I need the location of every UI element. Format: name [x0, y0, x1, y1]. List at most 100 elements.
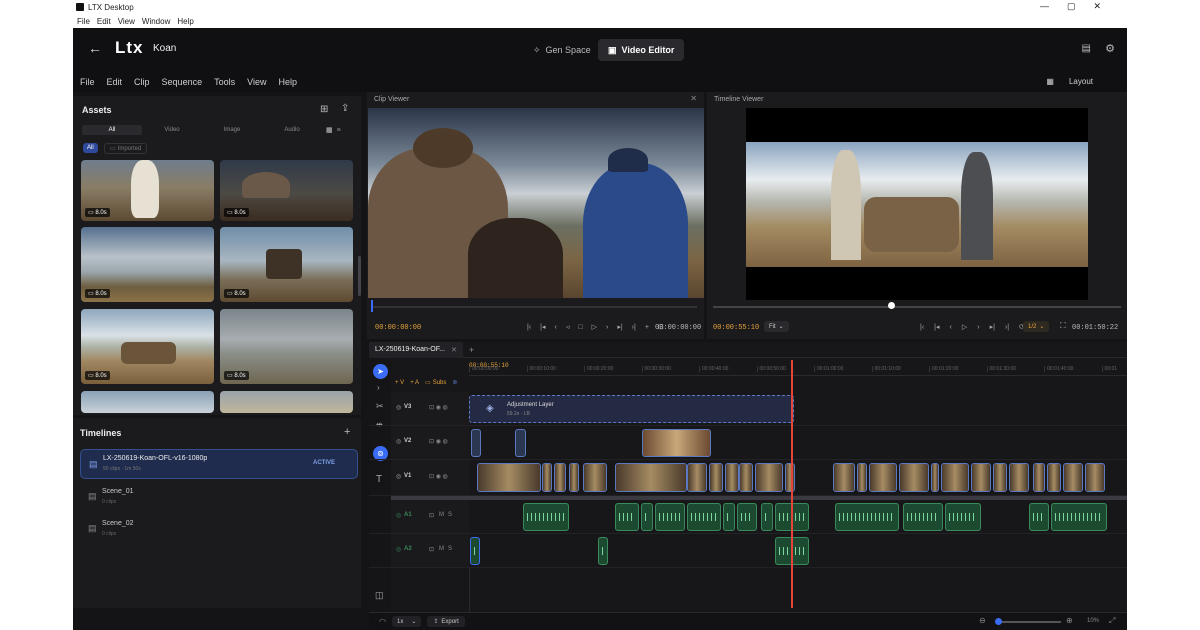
next-frame-icon[interactable]: ›	[977, 324, 979, 331]
asset-thumb-lake[interactable]: ▭ 8.0s	[220, 309, 353, 384]
timeline-scrub-bar[interactable]	[713, 306, 1121, 308]
audio-clip[interactable]	[655, 503, 685, 531]
eye-icon[interactable]: ◎	[396, 473, 401, 480]
video-clip[interactable]	[857, 463, 867, 492]
gear-icon[interactable]: ⚙	[1105, 42, 1115, 55]
eye-icon[interactable]: ◎	[396, 438, 401, 445]
add-timeline-button[interactable]: +	[344, 426, 350, 438]
mute-button[interactable]: M	[439, 546, 444, 552]
video-clip[interactable]	[569, 463, 579, 492]
menu-clip[interactable]: Clip	[134, 77, 150, 87]
video-clip[interactable]	[993, 463, 1007, 492]
video-clip[interactable]	[1063, 463, 1083, 492]
video-clip[interactable]	[1047, 463, 1061, 492]
filter-audio[interactable]: Audio	[262, 127, 322, 133]
add-tab-icon[interactable]: +	[469, 345, 474, 355]
audio-clip[interactable]	[1029, 503, 1049, 531]
chevron-right-icon[interactable]: ›	[377, 383, 380, 392]
menu-edit[interactable]: Edit	[107, 77, 123, 87]
audio-eye-icon[interactable]: ◎	[396, 512, 401, 519]
video-clip[interactable]	[583, 463, 607, 492]
select-tool-icon[interactable]: ➤	[373, 364, 388, 379]
audio-clip[interactable]	[687, 503, 721, 531]
close-icon[interactable]: ✕	[451, 346, 457, 354]
timeline-tab[interactable]: LX-250619-Koan-OF... ✕	[369, 341, 463, 358]
layout-button[interactable]: ▦ Layout	[1046, 77, 1105, 86]
timeline-item-scene-02[interactable]: ▤ Scene_02 0 clips	[80, 514, 358, 544]
fit-dropdown[interactable]: Fit ⌄	[764, 321, 789, 332]
os-menu-help[interactable]: Help	[177, 17, 193, 26]
list-view-icon[interactable]: ≡	[337, 127, 341, 134]
fullscreen-icon[interactable]: ⛶	[1060, 321, 1066, 331]
tab-video-editor[interactable]: ▣ Video Editor	[598, 39, 685, 61]
menu-sequence[interactable]: Sequence	[162, 77, 203, 87]
prev-frame-icon[interactable]: ‹	[555, 324, 557, 331]
maximize-button[interactable]: ▢	[1067, 1, 1094, 11]
solo-button[interactable]: S	[448, 546, 452, 552]
video-clip[interactable]	[869, 463, 897, 492]
zoom-slider-handle[interactable]	[995, 618, 1002, 625]
panel-toggle-icon[interactable]: ◫	[375, 590, 384, 601]
os-menu-view[interactable]: View	[118, 17, 135, 26]
video-clip[interactable]	[833, 463, 855, 492]
zoom-slider[interactable]	[997, 621, 1061, 623]
audio-clip[interactable]	[470, 537, 480, 565]
video-clip[interactable]	[725, 463, 739, 492]
audio-clip[interactable]	[761, 503, 773, 531]
asset-thumb-yurt[interactable]: ▭ 8.0s	[220, 160, 353, 221]
audio-clip[interactable]	[523, 503, 569, 531]
audio-clip[interactable]	[723, 503, 735, 531]
minimize-button[interactable]: —	[1040, 1, 1067, 11]
audio-eye-icon[interactable]: ◎	[396, 546, 401, 553]
audio-clip[interactable]	[903, 503, 943, 531]
stop-icon[interactable]: □	[578, 324, 582, 331]
next-frame-icon[interactable]: ›	[606, 324, 608, 331]
video-clip[interactable]	[739, 463, 753, 492]
go-end-icon[interactable]: ▸|	[617, 323, 622, 331]
audio-clip[interactable]	[945, 503, 981, 531]
video-clip[interactable]	[515, 429, 526, 457]
video-clip[interactable]	[755, 463, 783, 492]
video-clip[interactable]	[709, 463, 723, 492]
video-clip[interactable]	[477, 463, 541, 492]
video-clip[interactable]	[971, 463, 991, 492]
filter-image[interactable]: Image	[202, 127, 262, 133]
lock-icon[interactable]: ⊡ ◉ ◍	[429, 404, 448, 411]
assets-scrollbar[interactable]	[358, 256, 361, 296]
lock-icon[interactable]: ⊡ ◉ ◍	[429, 473, 448, 480]
go-end-icon[interactable]: ▸|	[990, 323, 995, 331]
video-clip[interactable]	[1033, 463, 1045, 492]
asset-thumb-goat[interactable]: ▭ 8.0s	[81, 160, 214, 221]
audio-clip[interactable]	[737, 503, 757, 531]
mark-in-icon[interactable]: |‹	[527, 324, 531, 331]
play-icon[interactable]: ▷	[962, 323, 967, 331]
asset-thumb-partial-2[interactable]	[220, 391, 353, 413]
video-clip[interactable]	[899, 463, 929, 492]
document-icon[interactable]: ▤	[1082, 43, 1091, 54]
close-icon[interactable]: ✕	[690, 94, 697, 103]
close-button[interactable]: ✕	[1093, 1, 1119, 11]
timeline-scrub-handle[interactable]	[888, 302, 895, 309]
solo-button[interactable]: S	[448, 512, 452, 518]
audio-lock-icon[interactable]: ⊡	[429, 546, 434, 553]
mute-button[interactable]: M	[439, 512, 444, 518]
video-clip[interactable]	[554, 463, 566, 492]
new-folder-icon[interactable]: ⊞	[320, 104, 328, 115]
os-menu-edit[interactable]: Edit	[97, 17, 111, 26]
grid-view-icon[interactable]: ▦	[326, 126, 333, 134]
video-clip[interactable]	[471, 429, 481, 457]
video-clip[interactable]	[941, 463, 969, 492]
chip-all[interactable]: All	[83, 143, 98, 153]
zoom-out-icon[interactable]: ⊖	[979, 616, 986, 625]
upload-icon[interactable]: ⇪	[341, 103, 349, 114]
asset-thumb-saddle[interactable]: ▭ 8.0s	[220, 227, 353, 302]
menu-file[interactable]: File	[80, 77, 95, 87]
audio-clip[interactable]	[598, 537, 608, 565]
timeline-playhead[interactable]	[791, 360, 793, 608]
clip-viewer-video[interactable]	[368, 108, 704, 298]
clip-playhead[interactable]	[371, 300, 373, 312]
audio-clip[interactable]	[641, 503, 653, 531]
clip-scrub-bar[interactable]	[373, 306, 697, 308]
timeline-item-scene-01[interactable]: ▤ Scene_01 0 clips	[80, 482, 358, 512]
fit-timeline-icon[interactable]: ⤢	[1109, 616, 1115, 626]
